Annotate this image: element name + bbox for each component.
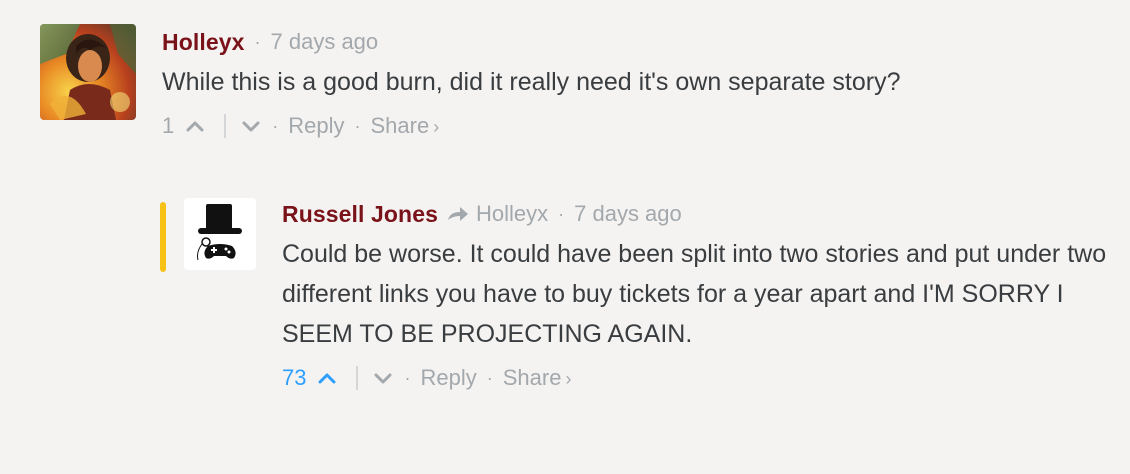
vote-controls: 73 [282, 365, 394, 391]
comment-header: Russell Jones Holleyx · 7 days ago [282, 196, 1110, 232]
footer-separator: · [404, 367, 411, 388]
comment-footer: 1 · Reply · Share › [162, 106, 1100, 146]
reply-link[interactable]: Reply [288, 113, 344, 139]
chevron-up-icon [318, 373, 336, 384]
comment-footer: 73 · Reply · Share › [282, 358, 1110, 398]
share-label: Share [502, 365, 562, 390]
share-link[interactable]: Share › [503, 365, 572, 391]
top-hat-gamepad-avatar-icon [184, 198, 256, 270]
timestamp[interactable]: 7 days ago [271, 29, 379, 55]
author-name[interactable]: Russell Jones [282, 201, 438, 228]
avatar[interactable] [184, 198, 256, 270]
chevron-right-icon: › [433, 117, 440, 137]
meta-separator: · [558, 203, 565, 224]
chevron-up-icon [186, 121, 204, 132]
author-name[interactable]: Holleyx [162, 29, 245, 56]
upvote-button[interactable] [316, 367, 338, 389]
vote-divider [224, 114, 227, 138]
chevron-right-icon: › [565, 369, 572, 389]
upvote-button[interactable] [184, 115, 206, 137]
vote-controls: 1 [162, 113, 262, 139]
share-label: Share [370, 113, 430, 138]
comment-body: Holleyx · 7 days ago While this is a goo… [162, 24, 1100, 146]
reply-to-name: Holleyx [475, 201, 549, 226]
chevron-down-icon [242, 121, 260, 132]
footer-separator: · [486, 367, 493, 388]
comment-text: While this is a good burn, did it really… [162, 68, 901, 96]
painted-portrait-avatar-icon [40, 24, 136, 120]
avatar[interactable] [40, 24, 136, 120]
upvote-count: 73 [282, 365, 307, 390]
comment-header: Holleyx · 7 days ago [162, 24, 1100, 60]
downvote-button[interactable] [240, 115, 262, 137]
reply-arrow-icon [447, 207, 468, 221]
downvote-button[interactable] [372, 367, 394, 389]
timestamp[interactable]: 7 days ago [574, 201, 682, 227]
comment-text: Could be worse. It could have been split… [282, 240, 1107, 348]
in-reply-to[interactable]: Holleyx [446, 201, 548, 227]
meta-separator: · [254, 31, 261, 52]
reply-link[interactable]: Reply [420, 365, 476, 391]
footer-separator: · [354, 115, 361, 136]
upvote-count: 1 [162, 113, 175, 138]
comment-body: Russell Jones Holleyx · 7 days ago Could… [282, 196, 1110, 398]
comment-thread: Holleyx · 7 days ago While this is a goo… [0, 0, 1130, 474]
footer-separator: · [272, 115, 279, 136]
share-link[interactable]: Share › [371, 113, 440, 139]
chevron-down-icon [374, 373, 392, 384]
vote-divider [356, 366, 359, 390]
new-comment-highlight-bar [160, 202, 166, 272]
